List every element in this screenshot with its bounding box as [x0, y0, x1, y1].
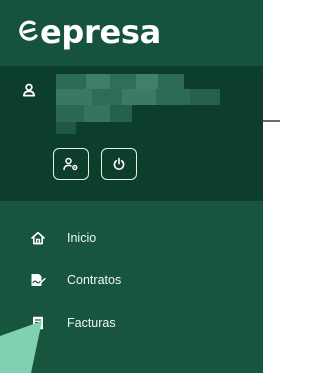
sidebar-item-label: Contratos	[67, 273, 122, 287]
profile-settings-button[interactable]	[53, 148, 89, 180]
logout-button[interactable]	[101, 148, 137, 180]
brand-logo-text[interactable]: epresa	[40, 12, 161, 52]
home-icon	[29, 229, 47, 247]
sidebar-item-label: Facturas	[67, 316, 116, 330]
sidebar-item-label: Inicio	[67, 231, 97, 245]
sidebar-item-inicio[interactable]: Inicio	[0, 218, 263, 258]
redacted-user-name	[56, 74, 220, 134]
page-background-strip	[263, 0, 280, 373]
callout-pointer-arrow	[0, 321, 42, 373]
user-settings-icon	[63, 157, 78, 171]
user-panel	[0, 66, 263, 201]
connector-line	[263, 120, 280, 122]
sidebar: epresa Inicio Contratos Facturas	[0, 0, 263, 373]
brand-header: epresa	[0, 0, 263, 66]
power-icon	[113, 157, 125, 170]
e-swoosh-logo-icon	[19, 20, 38, 41]
contract-sign-icon	[29, 271, 47, 289]
sidebar-item-contratos[interactable]: Contratos	[0, 260, 263, 300]
user-icon	[22, 83, 36, 97]
